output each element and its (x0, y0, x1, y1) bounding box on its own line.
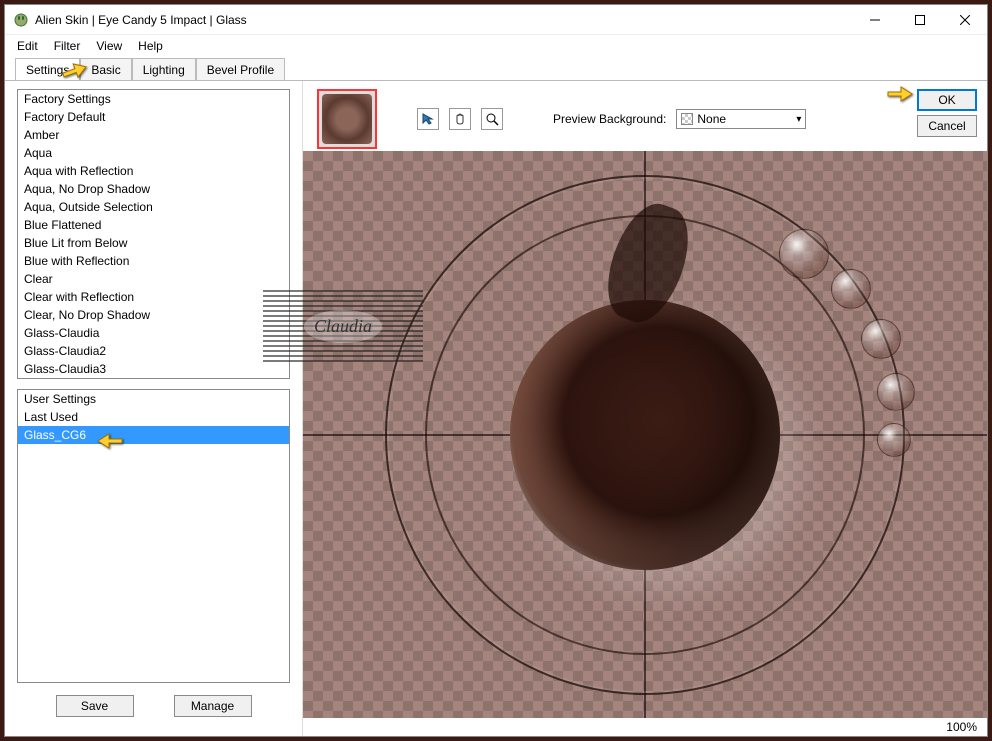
user-settings-list[interactable]: User Settings Last Used Glass_CG6 (17, 389, 290, 683)
list-item[interactable]: Clear, No Drop Shadow (18, 306, 289, 324)
content-area: Factory Settings Factory Default Amber A… (5, 81, 987, 736)
manage-button[interactable]: Manage (174, 695, 252, 717)
droplet (877, 373, 915, 411)
pointer-tool[interactable] (417, 108, 439, 130)
menu-bar: Edit Filter View Help (5, 35, 987, 57)
dialog-buttons: OK Cancel (917, 89, 977, 137)
hand-tool[interactable] (449, 108, 471, 130)
list-item[interactable]: Aqua, No Drop Shadow (18, 180, 289, 198)
list-item[interactable]: Aqua (18, 144, 289, 162)
minimize-button[interactable] (852, 5, 897, 35)
factory-settings-list[interactable]: Factory Settings Factory Default Amber A… (17, 89, 290, 379)
list-item[interactable]: Glass-Claudia3 (18, 360, 289, 378)
tab-lighting[interactable]: Lighting (132, 58, 196, 80)
tab-row: Settings Basic Lighting Bevel Profile (5, 57, 987, 81)
droplet (831, 269, 871, 309)
list-item[interactable]: Blue Flattened (18, 216, 289, 234)
factory-header: Factory Settings (18, 90, 289, 108)
thumbnail-frame[interactable] (317, 89, 377, 149)
menu-edit[interactable]: Edit (17, 39, 38, 53)
settings-panel: Factory Settings Factory Default Amber A… (5, 81, 303, 736)
pointer-annotation-icon (887, 82, 913, 102)
cancel-button[interactable]: Cancel (917, 115, 977, 137)
list-item[interactable]: Amber (18, 126, 289, 144)
title-bar: Alien Skin | Eye Candy 5 Impact | Glass (5, 5, 987, 35)
list-item[interactable]: Blue with Reflection (18, 252, 289, 270)
list-item[interactable]: Clear (18, 270, 289, 288)
list-item[interactable]: Aqua, Outside Selection (18, 198, 289, 216)
save-button[interactable]: Save (56, 695, 134, 717)
preview-canvas[interactable] (303, 151, 987, 718)
zoom-tool[interactable] (481, 108, 503, 130)
droplet (861, 319, 901, 359)
list-item[interactable]: Aqua with Reflection (18, 162, 289, 180)
preview-panel: Preview Background: None ▾ OK Cancel (303, 81, 987, 736)
glass-sphere (510, 300, 780, 570)
pointer-annotation-icon (61, 59, 87, 79)
close-button[interactable] (942, 5, 987, 35)
window-title: Alien Skin | Eye Candy 5 Impact | Glass (35, 13, 852, 27)
menu-view[interactable]: View (96, 39, 122, 53)
menu-filter[interactable]: Filter (54, 39, 81, 53)
list-item[interactable]: Clear with Reflection (18, 288, 289, 306)
pointer-annotation-icon (97, 429, 123, 449)
list-item[interactable]: Blue Lit from Below (18, 234, 289, 252)
maximize-button[interactable] (897, 5, 942, 35)
list-item[interactable]: Glass-Claudia2 (18, 342, 289, 360)
transparency-swatch-icon (681, 113, 693, 125)
ok-button[interactable]: OK (917, 89, 977, 111)
preview-toolbar: Preview Background: None ▾ (303, 81, 987, 151)
app-icon (13, 12, 29, 28)
list-item[interactable]: Glass-Claudia (18, 324, 289, 342)
tab-bevel[interactable]: Bevel Profile (196, 58, 285, 80)
droplet (779, 229, 829, 279)
preview-bg-combo[interactable]: None ▾ (676, 109, 806, 129)
menu-help[interactable]: Help (138, 39, 163, 53)
chevron-down-icon: ▾ (796, 114, 801, 125)
zoom-level: 100% (303, 718, 987, 736)
thumbnail (322, 94, 372, 144)
list-item[interactable]: Factory Default (18, 108, 289, 126)
app-window: Alien Skin | Eye Candy 5 Impact | Glass … (4, 4, 988, 737)
settings-button-row: Save Manage (17, 695, 290, 717)
droplet (877, 423, 911, 457)
user-header: User Settings (18, 390, 289, 408)
list-item[interactable]: Last Used (18, 408, 289, 426)
preview-bg-label: Preview Background: (553, 112, 666, 126)
tab-basic[interactable]: Basic (80, 58, 131, 80)
list-item-selected[interactable]: Glass_CG6 (18, 426, 289, 444)
combo-value: None (697, 112, 726, 126)
